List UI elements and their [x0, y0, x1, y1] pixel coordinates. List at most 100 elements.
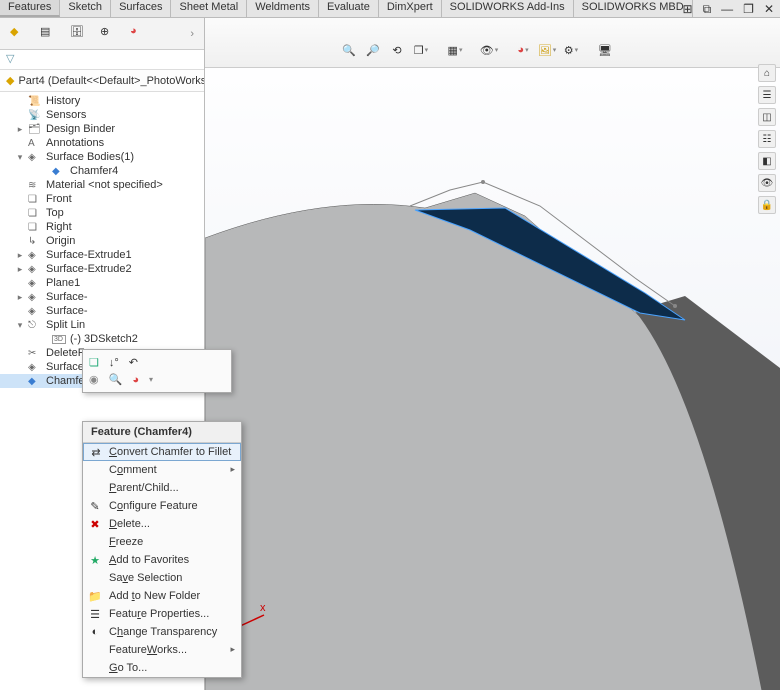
tab-features[interactable]: Features [0, 0, 60, 17]
node-icon: A [28, 138, 42, 149]
context-menu-body: ⇄Convert Chamfer to FilletCommentParent/… [83, 443, 241, 677]
appearance-button[interactable]: ◕ [514, 41, 532, 59]
tab-surfaces[interactable]: Surfaces [111, 0, 171, 17]
tab-solidworks-mbd[interactable]: SOLIDWORKS MBD [574, 0, 693, 17]
dimxpert-tab-icon[interactable]: ⊕ [100, 25, 118, 43]
tree-node[interactable]: ◈Plane1 [0, 276, 204, 290]
node-label: Plane1 [46, 277, 80, 289]
menu-item-add-to-favorites[interactable]: ★Add to Favorites [83, 551, 241, 569]
tree-node[interactable]: 📡Sensors [0, 108, 204, 122]
tab-weldments[interactable]: Weldments [247, 0, 319, 17]
appearance-icon[interactable]: ◕ [132, 374, 139, 386]
display-style-button[interactable]: ▦ [446, 41, 464, 59]
screen-button[interactable]: 🖥 [596, 41, 614, 59]
tree-node[interactable]: ❏Front [0, 192, 204, 206]
suppress-icon[interactable]: ↓° [109, 357, 119, 369]
tab-dimxpert[interactable]: DimXpert [379, 0, 442, 17]
property-tab-icon[interactable]: ▤ [40, 25, 58, 43]
tree-node[interactable]: 📜History [0, 94, 204, 108]
context-menu-title: Feature (Chamfer4) [83, 422, 241, 443]
taskpane-part-icon[interactable]: ◫ [758, 108, 776, 126]
tab-sketch[interactable]: Sketch [60, 0, 111, 17]
menu-item-configure-feature[interactable]: ✎Configure Feature [83, 497, 241, 515]
node-icon: ◈ [28, 362, 42, 373]
expander-icon[interactable]: ▾ [16, 320, 24, 331]
tree-node[interactable]: ▾◈Surface Bodies(1) [0, 150, 204, 164]
menu-item-convert-chamfer-to-fillet[interactable]: ⇄Convert Chamfer to Fillet [83, 443, 241, 461]
popout-icon[interactable]: ⧉ [703, 2, 712, 17]
rollback-icon[interactable]: ↶ [129, 356, 138, 369]
node-icon: ⎋ [28, 320, 42, 331]
tab-sheet-metal[interactable]: Sheet Metal [171, 0, 247, 17]
menu-item-label: Freeze [109, 536, 143, 548]
node-icon: ↳ [28, 236, 42, 247]
taskpane-home-icon[interactable]: ⌂ [758, 64, 776, 82]
scene-button[interactable]: 🖼 [538, 41, 556, 59]
display-tab-icon[interactable]: ◕ [130, 25, 148, 43]
config-tab-icon[interactable]: 🗄 [70, 25, 88, 43]
new-window-icon[interactable]: ⊞ [683, 2, 693, 17]
taskpane-view-icon[interactable]: ◧ [758, 152, 776, 170]
menu-item-go-to[interactable]: Go To... [83, 659, 241, 677]
tree-node[interactable]: ▾⎋Split Lin [0, 318, 204, 332]
close-icon[interactable]: ✕ [764, 2, 774, 17]
taskpane-pack-icon[interactable]: ☷ [758, 130, 776, 148]
menu-item-label: Save Selection [109, 572, 182, 584]
node-icon: ❏ [28, 208, 42, 219]
menu-item-change-transparency[interactable]: ◐Change Transparency [83, 623, 241, 641]
tree-node[interactable]: A Annotations [0, 136, 204, 150]
tree-node[interactable]: ❏Top [0, 206, 204, 220]
tree-node[interactable]: ❏Right [0, 220, 204, 234]
node-label: History [46, 95, 80, 107]
taskpane-layers-icon[interactable]: ☰ [758, 86, 776, 104]
taskpane-eye-icon[interactable]: 👁 [758, 174, 776, 192]
menu-item-save-selection[interactable]: Save Selection [83, 569, 241, 587]
menu-item-add-to-new-folder[interactable]: 📁Add to New Folder [83, 587, 241, 605]
section-button[interactable]: ❒ [412, 41, 430, 59]
menu-item-freeze[interactable]: Freeze [83, 533, 241, 551]
tree-node[interactable]: ≋Material <not specified> [0, 178, 204, 192]
tab-solidworks-add-ins[interactable]: SOLIDWORKS Add-Ins [442, 0, 574, 17]
node-icon: 📡 [28, 110, 42, 121]
graphics-viewport[interactable] [205, 68, 780, 690]
node-label: Annotations [46, 137, 104, 149]
tree-node[interactable]: ▸🗂Design Binder [0, 122, 204, 136]
filter-row[interactable]: ▽ [0, 50, 204, 70]
taskpane-lock-icon[interactable]: 🔒 [758, 196, 776, 214]
menu-item-feature-properties[interactable]: ☰Feature Properties... [83, 605, 241, 623]
tree-node[interactable]: ▸◈Surface-Extrude2 [0, 262, 204, 276]
panel-expand-icon[interactable]: › [190, 28, 194, 40]
expander-icon[interactable]: ▾ [16, 152, 24, 163]
tree-node[interactable]: 3D(-) 3DSketch2 [0, 332, 204, 346]
restore-icon[interactable]: ❐ [743, 2, 754, 17]
tree-node[interactable]: ▸◈Surface- [0, 290, 204, 304]
prev-view-button[interactable]: ⟲ [388, 41, 406, 59]
edit-feature-icon[interactable]: ❏ [89, 356, 99, 369]
zoom-selection-icon[interactable]: 🔍 [109, 373, 123, 386]
menu-item-parent-child[interactable]: Parent/Child... [83, 479, 241, 497]
menu-item-delete[interactable]: ✖Delete... [83, 515, 241, 533]
expander-icon[interactable]: ▸ [16, 264, 24, 275]
expander-icon[interactable]: ▸ [16, 124, 24, 135]
hide-icon[interactable]: ◉ [89, 373, 99, 386]
svg-text:x: x [260, 602, 266, 614]
minimize-icon[interactable]: — [721, 2, 733, 17]
view-settings-button[interactable]: ⚙ [562, 41, 580, 59]
zoom-fit-button[interactable]: 🔍 [340, 41, 358, 59]
appearance-dropdown-icon[interactable]: ▾ [149, 375, 153, 384]
hide-show-button[interactable]: 👁 [480, 41, 498, 59]
tree-node[interactable]: ▸◈Surface-Extrude1 [0, 248, 204, 262]
expander-icon[interactable]: ▸ [16, 250, 24, 261]
expander-icon[interactable]: ▸ [16, 292, 24, 303]
menu-item-featureworks[interactable]: FeatureWorks... [83, 641, 241, 659]
feature-tree-tab-icon[interactable]: ◆ [10, 25, 28, 43]
zoom-area-button[interactable]: 🔎 [364, 41, 382, 59]
node-icon: 🗂 [28, 124, 42, 135]
tree-node[interactable]: ◆Chamfer4 [0, 164, 204, 178]
node-icon: ❏ [28, 222, 42, 233]
menu-item-comment[interactable]: Comment [83, 461, 241, 479]
tree-node[interactable]: ◈Surface- [0, 304, 204, 318]
part-root[interactable]: ◆ Part4 (Default<<Default>_PhotoWorks D [0, 70, 204, 92]
tree-node[interactable]: ↳Origin [0, 234, 204, 248]
tab-evaluate[interactable]: Evaluate [319, 0, 379, 17]
